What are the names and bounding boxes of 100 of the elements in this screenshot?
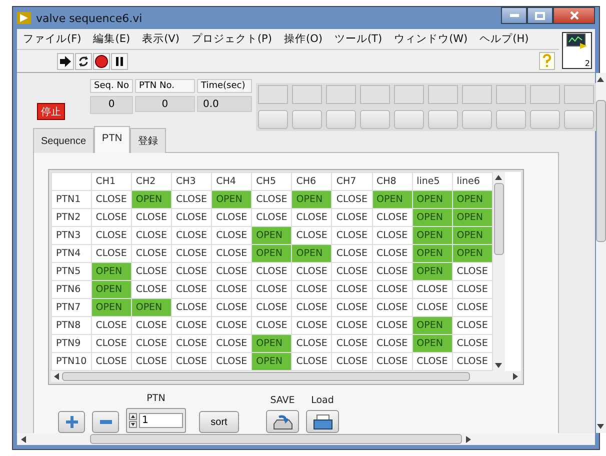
stop-button[interactable]: 停止	[37, 103, 65, 120]
pause-icon	[115, 56, 124, 66]
table-cell: CLOSE	[372, 208, 412, 226]
table-cell: CLOSE	[131, 334, 172, 352]
table-cell: OPEN	[412, 316, 452, 334]
table-cell: CLOSE	[212, 316, 252, 334]
indicator-value: 0.0	[196, 96, 252, 112]
led-indicator	[360, 110, 390, 129]
down-arrow-icon	[495, 363, 502, 368]
column-header: CH7	[332, 172, 372, 190]
table-cell: CLOSE	[292, 316, 332, 334]
menu-item[interactable]: 編集(E)	[93, 32, 130, 46]
table-cell: CLOSE	[252, 262, 292, 280]
load-button[interactable]	[306, 410, 339, 433]
menu-item[interactable]: プロジェクト(P)	[191, 32, 272, 46]
led-indicator	[258, 110, 288, 129]
right-arrow-icon	[513, 373, 518, 380]
pause-button[interactable]	[111, 52, 128, 70]
table-cell: OPEN	[252, 226, 292, 244]
decrement-icon	[129, 421, 137, 428]
row-header: PTN8	[52, 316, 92, 334]
table-cell: CLOSE	[91, 334, 132, 352]
table-cell: CLOSE	[332, 244, 372, 262]
table-cell: CLOSE	[91, 316, 132, 334]
sort-button[interactable]: sort	[199, 411, 239, 433]
table-cell: CLOSE	[252, 298, 292, 316]
horizontal-scrollbar[interactable]	[51, 371, 521, 382]
up-arrow-icon	[597, 77, 604, 82]
window-vertical-scrollbar[interactable]	[596, 73, 606, 433]
table-cell: CLOSE	[292, 280, 332, 298]
table-cell: CLOSE	[332, 280, 372, 298]
table-cell: CLOSE	[171, 262, 212, 280]
table-cell: OPEN	[91, 262, 132, 280]
vertical-scrollbar[interactable]	[492, 172, 505, 371]
row-header: PTN4	[52, 244, 92, 262]
run-button[interactable]	[57, 52, 74, 70]
table-cell: CLOSE	[332, 316, 372, 334]
led-indicator	[530, 110, 560, 129]
window-title: valve sequence6.vi	[36, 12, 142, 24]
table-cell: CLOSE	[372, 226, 412, 244]
table-cell: OPEN	[412, 262, 452, 280]
remove-button[interactable]	[92, 411, 119, 433]
close-icon	[570, 11, 578, 20]
maximize-icon	[535, 12, 545, 20]
table-cell: CLOSE	[91, 190, 132, 208]
increment-icon	[129, 413, 137, 420]
menu-item[interactable]: ファイル(F)	[23, 32, 82, 46]
down-arrow-icon	[597, 424, 604, 429]
menu-item[interactable]: ウィンドウ(W)	[394, 32, 468, 46]
row-header: PTN9	[52, 334, 92, 352]
right-arrow-icon	[466, 436, 471, 442]
table-cell: CLOSE	[332, 226, 372, 244]
table-cell: CLOSE	[171, 298, 212, 316]
table-cell: CLOSE	[452, 298, 492, 316]
table-cell: CLOSE	[452, 262, 492, 280]
row-header: PTN6	[52, 280, 92, 298]
minimize-button[interactable]	[501, 7, 527, 24]
run-continuously-button[interactable]	[75, 52, 92, 70]
table-cell: OPEN	[452, 190, 492, 208]
menu-item[interactable]: 表示(V)	[142, 32, 180, 46]
folder-icon	[312, 414, 332, 430]
table-cell: OPEN	[412, 226, 452, 244]
tab[interactable]: 登録	[130, 128, 166, 153]
table-cell: OPEN	[91, 280, 132, 298]
tab[interactable]: PTN	[94, 126, 130, 153]
save-button[interactable]	[266, 410, 299, 433]
add-button[interactable]	[58, 411, 85, 433]
ptn-label: PTN	[146, 393, 166, 404]
cycle-arrows-icon	[77, 54, 90, 68]
table-cell: CLOSE	[452, 280, 492, 298]
disk-arrow-icon	[272, 414, 292, 430]
ptn-spinner[interactable]: 1	[126, 408, 186, 433]
menu-item[interactable]: ヘルプ(H)	[480, 32, 529, 46]
table-cell: CLOSE	[332, 262, 372, 280]
table-cell: CLOSE	[91, 208, 132, 226]
indicator-value: 0	[90, 96, 133, 114]
maximize-button[interactable]	[527, 7, 553, 24]
led-indicator	[292, 110, 322, 129]
table-cell: CLOSE	[91, 226, 132, 244]
abort-button[interactable]	[93, 52, 110, 70]
indicator-label: PTN No.	[134, 79, 195, 93]
table-cell: OPEN	[131, 298, 172, 316]
table-cell: OPEN	[252, 352, 292, 370]
window-horizontal-scrollbar[interactable]	[17, 433, 595, 445]
table-cell: OPEN	[412, 208, 452, 226]
menu-item[interactable]: ツール(T)	[334, 32, 382, 46]
load-label: Load	[311, 395, 334, 406]
table-cell: CLOSE	[252, 280, 292, 298]
table-cell: CLOSE	[212, 280, 252, 298]
table-cell: CLOSE	[212, 262, 252, 280]
table-cell: CLOSE	[131, 226, 172, 244]
table-cell: OPEN	[252, 334, 292, 352]
table-cell: OPEN	[252, 244, 292, 262]
menu-item[interactable]: 操作(O)	[284, 32, 322, 46]
led-indicator	[462, 110, 492, 129]
table-cell: CLOSE	[372, 298, 412, 316]
close-button[interactable]	[553, 7, 595, 24]
table-cell: CLOSE	[412, 280, 452, 298]
tab[interactable]: Sequence	[33, 128, 94, 153]
table-cell: OPEN	[292, 190, 332, 208]
